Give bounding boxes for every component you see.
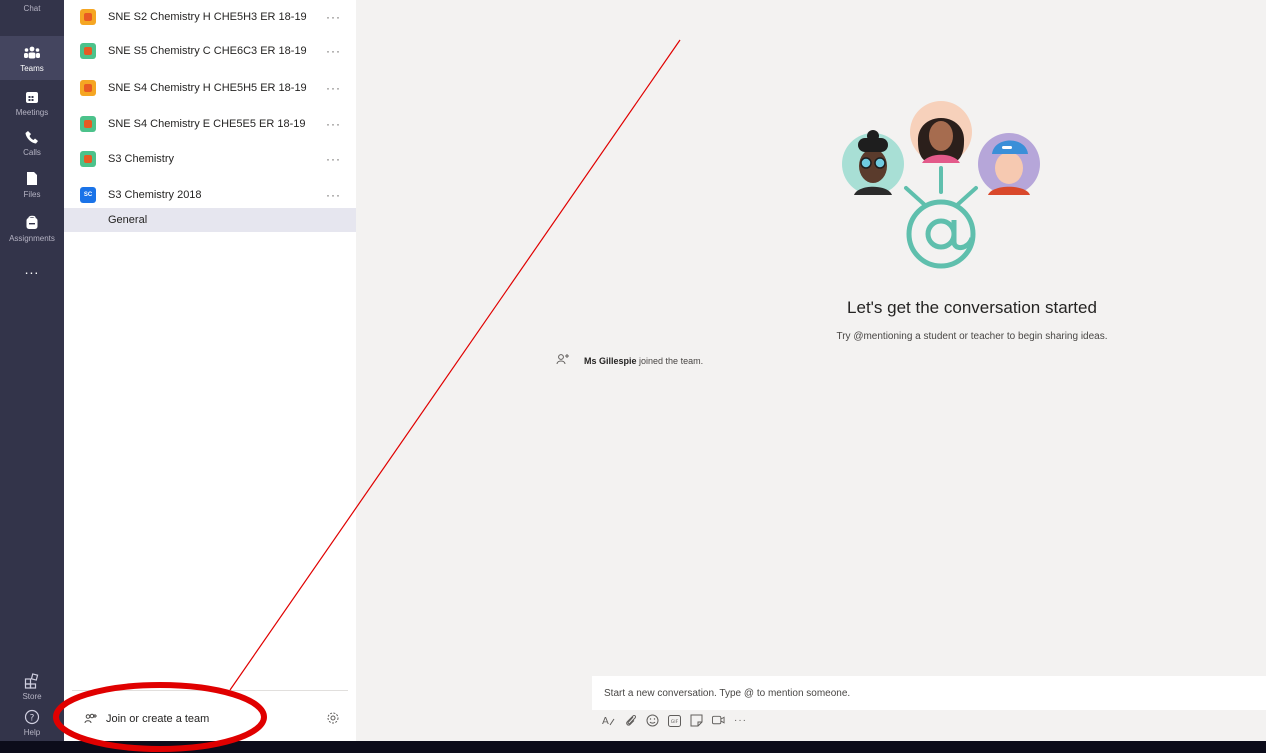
phone-icon [22,128,42,146]
team-avatar: SC [80,187,96,203]
file-icon [22,170,42,188]
more-options-icon[interactable]: ··· [326,188,341,202]
teams-list-panel: SNE S2 Chemistry H CHE5H3 ER 18-19 ··· S… [64,0,356,741]
more-apps-icon: ... [24,261,40,277]
rail-files-label: Files [23,189,41,199]
team-item[interactable]: SNE S4 Chemistry H CHE5H5 ER 18-19 ··· [64,71,356,105]
rail-meetings[interactable]: Meetings [0,80,64,124]
member-add-icon [556,352,570,370]
rail-teams-label: Teams [20,63,44,73]
team-avatar [80,43,96,59]
team-item[interactable]: SC S3 Chemistry 2018 ··· [64,178,356,212]
rail-assignments[interactable]: Assignments [0,206,64,250]
join-or-create-team-label: Join or create a team [106,713,210,725]
conversation-title: Let's get the conversation started [847,298,1097,317]
conversation-subtitle: Try @mentioning a student or teacher to … [836,331,1108,342]
joined-suffix: joined the team. [636,356,704,366]
team-item[interactable]: SNE S5 Chemistry C CHE6C3 ER 18-19 ··· [64,34,356,68]
member-joined-message: Ms Gillespie joined the team. [556,352,703,370]
add-team-icon [84,712,98,730]
os-taskbar [0,741,1266,753]
more-options-icon[interactable]: ··· [326,10,341,24]
more-options-icon[interactable]: ··· [326,117,341,131]
team-item[interactable]: SNE S4 Chemistry E CHE5E5 ER 18-19 ··· [64,107,356,141]
at-symbol-icon [906,199,976,269]
more-options-icon[interactable]: ··· [326,152,341,166]
member-joined-text: Ms Gillespie joined the team. [584,356,703,366]
team-name: SNE S4 Chemistry E CHE5E5 ER 18-19 [108,118,306,130]
team-avatar [80,9,96,25]
teams-footer-divider [72,690,348,691]
teams-icon [22,44,42,62]
store-icon [22,672,42,690]
rail-calls[interactable]: Calls [0,120,64,164]
rail-help-label: Help [23,727,41,737]
svg-text:A: A [602,716,609,727]
rail-assignments-label: Assignments [9,233,55,243]
team-item[interactable]: SNE S2 Chemistry H CHE5H3 ER 18-19 ··· [64,0,356,34]
team-item[interactable]: S3 Chemistry ··· [64,142,356,176]
rail-chat[interactable]: Chat [0,0,64,20]
sticker-icon[interactable] [690,714,703,727]
team-avatar [80,116,96,132]
gear-icon[interactable] [326,711,340,730]
channel-item-general[interactable]: General [64,208,356,232]
gif-icon[interactable]: GIF [668,714,681,727]
student-avatar-right [978,133,1040,195]
team-name: SNE S2 Chemistry H CHE5H3 ER 18-19 [108,11,307,23]
app-rail: Chat Teams Meetings Calls Files Assignme… [0,0,64,741]
student-avatar-left [842,130,904,195]
join-or-create-team-button[interactable]: Join or create a team [64,706,356,732]
rail-chat-label: Chat [23,3,41,13]
conversation-area: Let's get the conversation started Try @… [356,0,1266,741]
svg-text:?: ? [30,713,35,723]
rail-teams[interactable]: Teams [0,36,64,80]
channel-name: General [108,214,148,226]
rail-files[interactable]: Files [0,162,64,206]
rail-help[interactable]: ? Help [0,700,64,744]
compose-box[interactable] [592,676,1266,710]
team-avatar [80,80,96,96]
team-name: SNE S5 Chemistry C CHE6C3 ER 18-19 [108,45,307,57]
more-options-icon[interactable]: ··· [326,44,341,58]
svg-text:GIF: GIF [671,719,679,725]
compose-input[interactable] [604,684,1244,702]
more-options-icon[interactable]: ··· [734,714,747,727]
teams-window: Chat Teams Meetings Calls Files Assignme… [0,0,1266,753]
compose-toolbar: A GIF ··· [602,714,747,727]
rail-calls-label: Calls [23,147,41,157]
emoji-icon[interactable] [646,714,659,727]
teacher-avatar-middle [910,101,972,163]
mention-illustration [842,101,1040,269]
joined-user-name: Ms Gillespie [584,356,637,366]
team-name: S3 Chemistry 2018 [108,189,202,201]
assignments-icon [22,214,42,232]
team-name: SNE S4 Chemistry H CHE5H5 ER 18-19 [108,82,307,94]
team-name: S3 Chemistry [108,153,175,165]
meet-now-icon[interactable] [712,714,725,727]
rail-meetings-label: Meetings [15,107,49,117]
more-options-icon[interactable]: ··· [326,81,341,95]
rail-more-apps[interactable]: ... [0,254,64,284]
help-icon: ? [22,708,42,726]
team-avatar [80,151,96,167]
format-icon[interactable]: A [602,714,615,727]
calendar-icon [22,88,42,106]
attach-icon[interactable] [624,714,637,727]
